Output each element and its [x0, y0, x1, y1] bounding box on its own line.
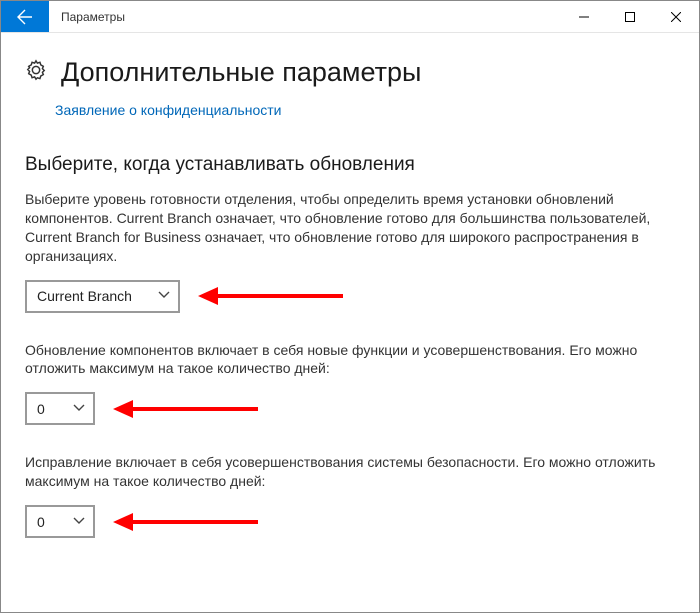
- quality-defer-dropdown[interactable]: 0: [25, 505, 95, 538]
- feature-defer-value: 0: [37, 401, 45, 417]
- titlebar-spacer: [137, 1, 561, 32]
- annotation-arrow: [113, 514, 258, 530]
- section-heading: Выберите, когда устанавливать обновления: [25, 154, 675, 176]
- page-title: Дополнительные параметры: [61, 57, 421, 88]
- chevron-down-icon: [158, 288, 170, 304]
- annotation-arrow: [198, 288, 343, 304]
- back-button[interactable]: [1, 1, 49, 32]
- chevron-down-icon: [73, 401, 85, 417]
- branch-dropdown[interactable]: Current Branch: [25, 280, 180, 313]
- branch-dropdown-value: Current Branch: [37, 288, 132, 304]
- feature-defer-description: Обновление компонентов включает в себя н…: [25, 341, 675, 379]
- annotation-arrow: [113, 401, 258, 417]
- quality-defer-value: 0: [37, 514, 45, 530]
- close-icon: [671, 12, 681, 22]
- content-area: Дополнительные параметры Заявление о кон…: [1, 33, 699, 538]
- feature-defer-dropdown[interactable]: 0: [25, 392, 95, 425]
- maximize-icon: [625, 12, 635, 22]
- back-arrow-icon: [17, 9, 33, 25]
- minimize-icon: [579, 12, 589, 22]
- titlebar: Параметры: [1, 1, 699, 33]
- minimize-button[interactable]: [561, 1, 607, 32]
- gear-icon: [25, 59, 47, 86]
- privacy-statement-link[interactable]: Заявление о конфиденциальности: [55, 102, 281, 118]
- branch-description: Выберите уровень готовности отделения, ч…: [25, 190, 675, 266]
- maximize-button[interactable]: [607, 1, 653, 32]
- page-header: Дополнительные параметры: [25, 57, 675, 88]
- close-button[interactable]: [653, 1, 699, 32]
- window-title: Параметры: [49, 1, 137, 32]
- chevron-down-icon: [73, 514, 85, 530]
- quality-defer-description: Исправление включает в себя усовершенств…: [25, 453, 675, 491]
